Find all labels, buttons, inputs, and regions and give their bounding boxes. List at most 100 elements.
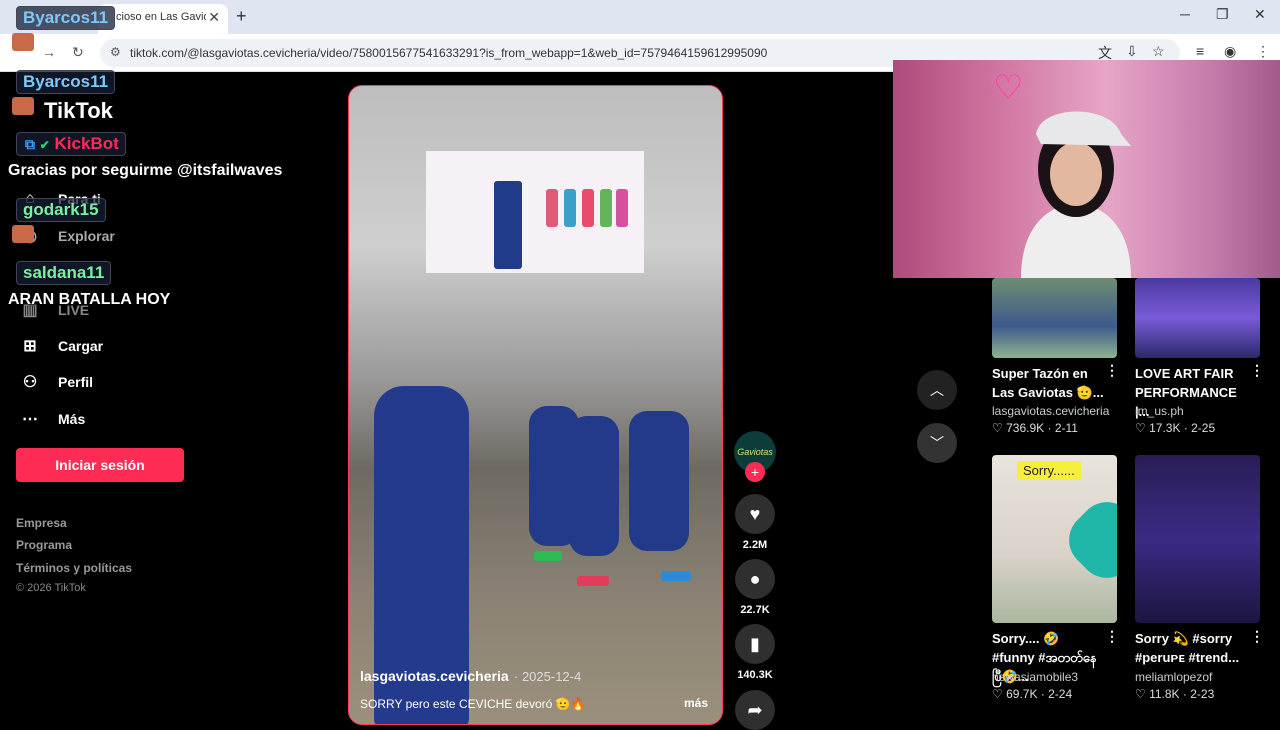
chat-avatar xyxy=(12,33,34,51)
media-control-icon[interactable]: ≡ xyxy=(1196,43,1204,59)
minimize-icon[interactable]: ─ xyxy=(1180,6,1190,22)
nav-mas[interactable]: ⋯ Más xyxy=(20,409,85,429)
login-button[interactable]: Iniciar sesión xyxy=(16,448,184,482)
recommended-likes: 736.9K xyxy=(1006,421,1045,435)
reload-icon[interactable]: ↻ xyxy=(72,44,84,61)
video-thumbnail[interactable] xyxy=(1135,455,1260,623)
broom xyxy=(661,571,691,581)
comment-count: 22.7K xyxy=(740,604,770,616)
nav-label: Explorar xyxy=(58,228,115,244)
person-apron xyxy=(569,416,619,556)
recommended-author[interactable]: meliamlopezof xyxy=(1135,670,1212,684)
video-date: · 2025-12-4 xyxy=(514,669,582,684)
more-dots-icon: ⋯ xyxy=(22,411,38,428)
recommended-stats: ♡ 736.9K · 2-11 xyxy=(992,421,1078,435)
chat-avatar xyxy=(12,225,34,243)
new-tab-icon[interactable]: + xyxy=(236,6,247,27)
video-thumbnail[interactable]: Sorry...... xyxy=(992,455,1117,623)
nav-cargar[interactable]: ⊞ Cargar xyxy=(20,336,103,356)
nav-label: Cargar xyxy=(58,338,104,354)
recommended-stats: ♡ 11.8K · 2-23 xyxy=(1135,687,1215,701)
video-author[interactable]: lasgaviotas.cevicheria xyxy=(360,668,509,684)
chat-username-text: KickBot xyxy=(54,134,119,153)
tiktok-logo[interactable]: TikTok xyxy=(44,98,113,124)
comment-icon[interactable]: ● xyxy=(735,559,775,599)
dancer-figure xyxy=(546,189,558,227)
person-apron xyxy=(629,411,689,551)
recommended-date: 2-24 xyxy=(1048,687,1073,701)
dancer-figure xyxy=(564,189,576,227)
chevron-down-icon[interactable]: ﹀ xyxy=(917,423,957,463)
dancer-figure xyxy=(582,189,594,227)
close-window-icon[interactable]: ✕ xyxy=(1254,6,1266,23)
browser-tab[interactable]: cioso en Las Gaviot ✕ xyxy=(98,4,228,34)
chat-avatar xyxy=(12,97,34,115)
footer-link-programa[interactable]: Programa xyxy=(16,538,72,552)
like-count: 2.2M xyxy=(742,539,768,551)
recommended-title[interactable]: Sorry 💫 #sorry #peruᴘᴇ #trend... xyxy=(1135,629,1247,667)
chat-username: godark15 xyxy=(16,198,106,222)
webcam-overlay: ♡ xyxy=(893,60,1280,278)
footer-link-empresa[interactable]: Empresa xyxy=(16,516,67,530)
footer-link-terminos[interactable]: Términos y políticas xyxy=(16,561,132,575)
chat-message: ARAN BATALLA HOY xyxy=(8,291,171,308)
recommended-author[interactable]: im_us.ph xyxy=(1135,404,1184,418)
site-info-icon[interactable]: ⚙ xyxy=(110,45,121,59)
bot-icon: ⧉ xyxy=(25,136,35,152)
nav-perfil[interactable]: ⚇ Perfil xyxy=(20,372,93,392)
recommended-likes: 69.7K xyxy=(1006,687,1038,701)
maximize-icon[interactable]: ❐ xyxy=(1216,6,1229,23)
video-player[interactable]: lasgaviotas.cevicheria · 2025-12-4 SORRY… xyxy=(348,85,723,725)
chat-username: saldana11 xyxy=(16,261,112,285)
chevron-up-icon[interactable]: ︿ xyxy=(917,370,957,410)
bookmark-star-icon[interactable]: ☆ xyxy=(1152,43,1165,60)
like-heart-icon[interactable]: ♥ xyxy=(735,494,775,534)
recommended-likes: 17.3K xyxy=(1149,421,1181,435)
url-text: tiktok.com/@lasgaviotas.cevicheria/video… xyxy=(130,46,768,60)
dancer-figure xyxy=(494,181,522,269)
copyright: © 2026 TikTok xyxy=(16,582,86,594)
recommended-date: 2-23 xyxy=(1190,687,1215,701)
broom xyxy=(534,551,562,561)
chat-message: Gracias por seguirme @itsfailwaves xyxy=(8,162,283,179)
save-bookmark-icon[interactable]: ▮ xyxy=(735,624,775,664)
save-count: 140.3K xyxy=(737,669,773,681)
menu-icon[interactable]: ⋮ xyxy=(1256,43,1270,60)
recommended-title[interactable]: Super Tazón en Las Gaviotas 🫡... xyxy=(992,364,1104,402)
close-tab-icon[interactable]: ✕ xyxy=(208,9,220,26)
more-options-icon[interactable]: ⋮ xyxy=(1250,362,1264,379)
streamer-figure xyxy=(1021,111,1131,278)
nav-label: Más xyxy=(58,411,86,427)
nav-explorar[interactable]: ◎ Explorar xyxy=(20,226,115,246)
tab-title: cioso en Las Gaviot xyxy=(116,11,206,23)
profile-icon[interactable]: ◉ xyxy=(1224,43,1236,60)
video-thumbnail[interactable] xyxy=(992,278,1117,358)
forward-icon[interactable]: → xyxy=(42,44,56,60)
more-options-icon[interactable]: ⋮ xyxy=(1250,628,1264,645)
chat-username: Byarcos11 xyxy=(16,6,116,30)
tv-screen-image xyxy=(426,151,644,273)
recommended-stats: ♡ 17.3K · 2-25 xyxy=(1135,421,1216,435)
video-caption: SORRY pero este CEVICHE devoró 🫡🔥 xyxy=(360,697,586,711)
share-icon[interactable]: ➦ xyxy=(735,690,775,730)
caption-more-link[interactable]: más xyxy=(684,696,708,710)
chat-username: Byarcos11 xyxy=(16,70,116,94)
broom xyxy=(577,576,609,586)
verified-check-icon: ✔ xyxy=(39,138,50,152)
recommended-author[interactable]: lasgaviotas.cevicheria xyxy=(992,404,1109,418)
browser-tab-bar: cioso en Las Gaviot ✕ + ─ ❐ ✕ xyxy=(0,0,1280,34)
recommended-author[interactable]: newasiamobile3 xyxy=(992,670,1078,684)
recommended-date: 2-11 xyxy=(1054,421,1078,435)
thumbnail-label: Sorry...... xyxy=(1017,461,1081,480)
recommended-date: 2-25 xyxy=(1191,421,1216,435)
install-icon[interactable]: ⇩ xyxy=(1126,43,1138,60)
upload-plus-icon: ⊞ xyxy=(23,338,37,355)
recommended-stats: ♡ 69.7K · 2-24 xyxy=(992,687,1073,701)
video-thumbnail[interactable] xyxy=(1135,278,1260,358)
dancer-figure xyxy=(616,189,628,227)
more-options-icon[interactable]: ⋮ xyxy=(1105,362,1119,379)
user-icon: ⚇ xyxy=(22,374,38,391)
more-options-icon[interactable]: ⋮ xyxy=(1105,628,1119,645)
dancer-figure xyxy=(600,189,612,227)
follow-plus-icon[interactable]: + xyxy=(745,462,765,482)
